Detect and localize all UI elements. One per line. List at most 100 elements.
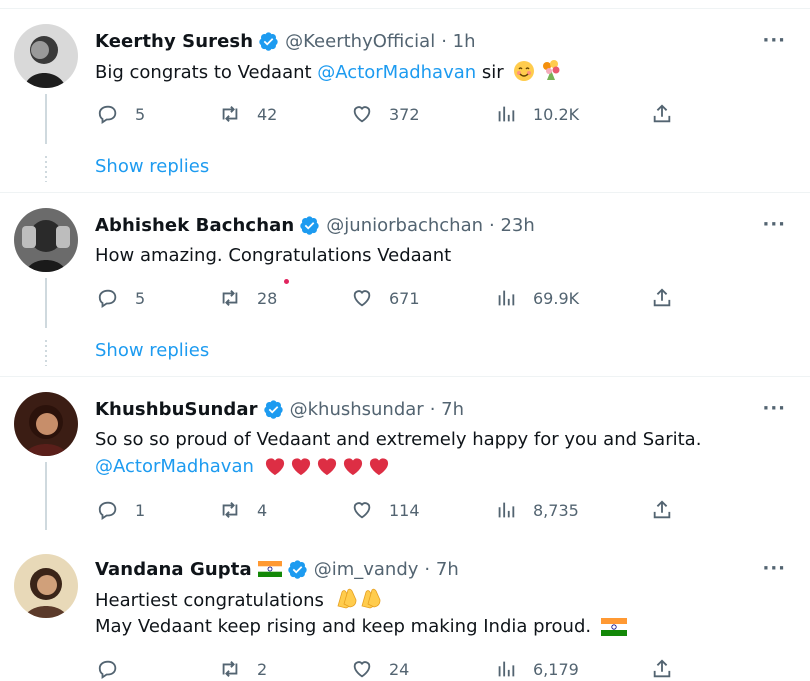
tweet-text-part: Heartiest congratulations xyxy=(95,590,324,611)
tweet-time[interactable]: · 1h xyxy=(441,31,475,52)
tweet-header: KhushbuSundar @khushsundar · 7h xyxy=(95,396,464,422)
retweet-button[interactable]: 28 xyxy=(217,285,277,311)
red-heart-emoji xyxy=(316,456,338,485)
mention-link[interactable]: @ActorMadhavan xyxy=(95,456,254,477)
verified-badge-icon xyxy=(287,559,308,580)
tweet-time[interactable]: · 7h xyxy=(424,559,458,580)
heart-icon xyxy=(349,285,375,311)
share-button[interactable] xyxy=(649,656,675,681)
like-button[interactable]: 24 xyxy=(349,656,409,681)
tweet-text-line-2: @ActorMadhavan xyxy=(95,453,390,485)
reply-button[interactable]: 1 xyxy=(95,497,145,523)
share-icon xyxy=(649,656,675,681)
avatar-keerthy[interactable] xyxy=(14,24,78,88)
retweet-count: 28 xyxy=(257,288,278,308)
thread-line xyxy=(45,462,47,530)
heart-icon xyxy=(349,497,375,523)
thread-line xyxy=(45,278,47,328)
avatar-vandana[interactable] xyxy=(14,554,78,618)
reply-button[interactable]: 5 xyxy=(95,101,145,127)
views-icon xyxy=(493,101,519,127)
views-button[interactable]: 8,735 xyxy=(493,497,579,523)
thread-dots xyxy=(45,156,47,182)
views-button[interactable]: 69.9K xyxy=(493,285,579,311)
divider xyxy=(0,376,810,377)
red-heart-emoji xyxy=(264,456,286,485)
views-count: 10.2K xyxy=(533,104,580,124)
mention-link[interactable]: @ActorMadhavan xyxy=(317,62,476,83)
tweet-text: How amazing. Congratulations Vedaant xyxy=(95,245,452,266)
reply-icon xyxy=(95,285,121,311)
author-name[interactable]: KhushbuSundar xyxy=(95,399,258,420)
author-handle[interactable]: @khushsundar xyxy=(290,399,424,420)
avatar-abhishek[interactable] xyxy=(14,208,78,272)
like-button[interactable]: 372 xyxy=(349,101,420,127)
verified-badge-icon xyxy=(258,31,279,52)
heart-icon xyxy=(349,656,375,681)
reply-count: 5 xyxy=(135,288,146,308)
views-icon xyxy=(493,656,519,681)
tweet-header: Keerthy Suresh @KeerthyOfficial · 1h xyxy=(95,28,476,54)
divider xyxy=(0,192,810,193)
more-options-icon[interactable]: ··· xyxy=(762,558,786,579)
more-options-icon[interactable]: ··· xyxy=(762,214,786,235)
hearts-emoji-row xyxy=(260,456,390,477)
views-count: 6,179 xyxy=(533,659,579,679)
thread-dots xyxy=(45,340,47,366)
show-replies-link[interactable]: Show replies xyxy=(95,340,209,361)
tweet-header: Abhishek Bachchan @juniorbachchan · 23h xyxy=(95,212,535,238)
author-handle[interactable]: @im_vandy xyxy=(314,559,419,580)
like-button[interactable]: 671 xyxy=(349,285,420,311)
tweet-time[interactable]: · 7h xyxy=(430,399,464,420)
verified-badge-icon xyxy=(299,215,320,236)
views-count: 8,735 xyxy=(533,500,579,520)
retweet-button[interactable]: 42 xyxy=(217,101,277,127)
views-button[interactable]: 10.2K xyxy=(493,101,579,127)
share-icon xyxy=(649,101,675,127)
like-count: 671 xyxy=(389,288,420,308)
smiling-face-emoji xyxy=(513,60,535,91)
share-button[interactable] xyxy=(649,285,675,311)
share-button[interactable] xyxy=(649,101,675,127)
views-count: 69.9K xyxy=(533,288,580,308)
views-icon xyxy=(493,285,519,311)
reply-button[interactable] xyxy=(95,656,135,681)
tweet-text-part: Big congrats to Vedaant xyxy=(95,62,318,83)
author-handle[interactable]: @KeerthyOfficial xyxy=(285,31,435,52)
author-name[interactable]: Abhishek Bachchan xyxy=(95,215,294,236)
tweet-time[interactable]: · 23h xyxy=(489,215,535,236)
like-count: 114 xyxy=(389,500,420,520)
retweet-icon xyxy=(217,656,243,681)
red-heart-emoji xyxy=(368,456,390,485)
retweet-button[interactable]: 4 xyxy=(217,497,267,523)
reply-icon xyxy=(95,656,121,681)
retweet-count: 42 xyxy=(257,104,278,124)
reply-button[interactable]: 5 xyxy=(95,285,145,311)
tweet-text-part: May Vedaant keep rising and keep making … xyxy=(95,616,592,637)
retweet-icon xyxy=(217,497,243,523)
tweet-text-line-1: So so so proud of Vedaant and extremely … xyxy=(95,429,702,450)
thread-line xyxy=(45,94,47,144)
retweet-count: 4 xyxy=(257,500,268,520)
avatar-khushbu[interactable] xyxy=(14,392,78,456)
share-button[interactable] xyxy=(649,497,675,523)
like-count: 372 xyxy=(389,104,420,124)
retweet-button[interactable]: 2 xyxy=(217,656,267,681)
top-divider xyxy=(0,8,810,9)
tweet-text: Big congrats to Vedaant @ActorMadhavan s… xyxy=(95,58,563,91)
more-options-icon[interactable]: ··· xyxy=(762,30,786,51)
show-replies-link[interactable]: Show replies xyxy=(95,156,209,177)
share-icon xyxy=(649,497,675,523)
author-name[interactable]: Vandana Gupta xyxy=(95,559,252,580)
like-button[interactable]: 114 xyxy=(349,497,420,523)
author-name[interactable]: Keerthy Suresh xyxy=(95,31,253,52)
more-options-icon[interactable]: ··· xyxy=(762,398,786,419)
heart-icon xyxy=(349,101,375,127)
red-heart-emoji xyxy=(290,456,312,485)
verified-badge-icon xyxy=(263,399,284,420)
india-flag-emoji xyxy=(600,617,627,645)
reply-icon xyxy=(95,101,121,127)
author-handle[interactable]: @juniorbachchan xyxy=(326,215,483,236)
like-count: 24 xyxy=(389,659,410,679)
views-button[interactable]: 6,179 xyxy=(493,656,579,681)
